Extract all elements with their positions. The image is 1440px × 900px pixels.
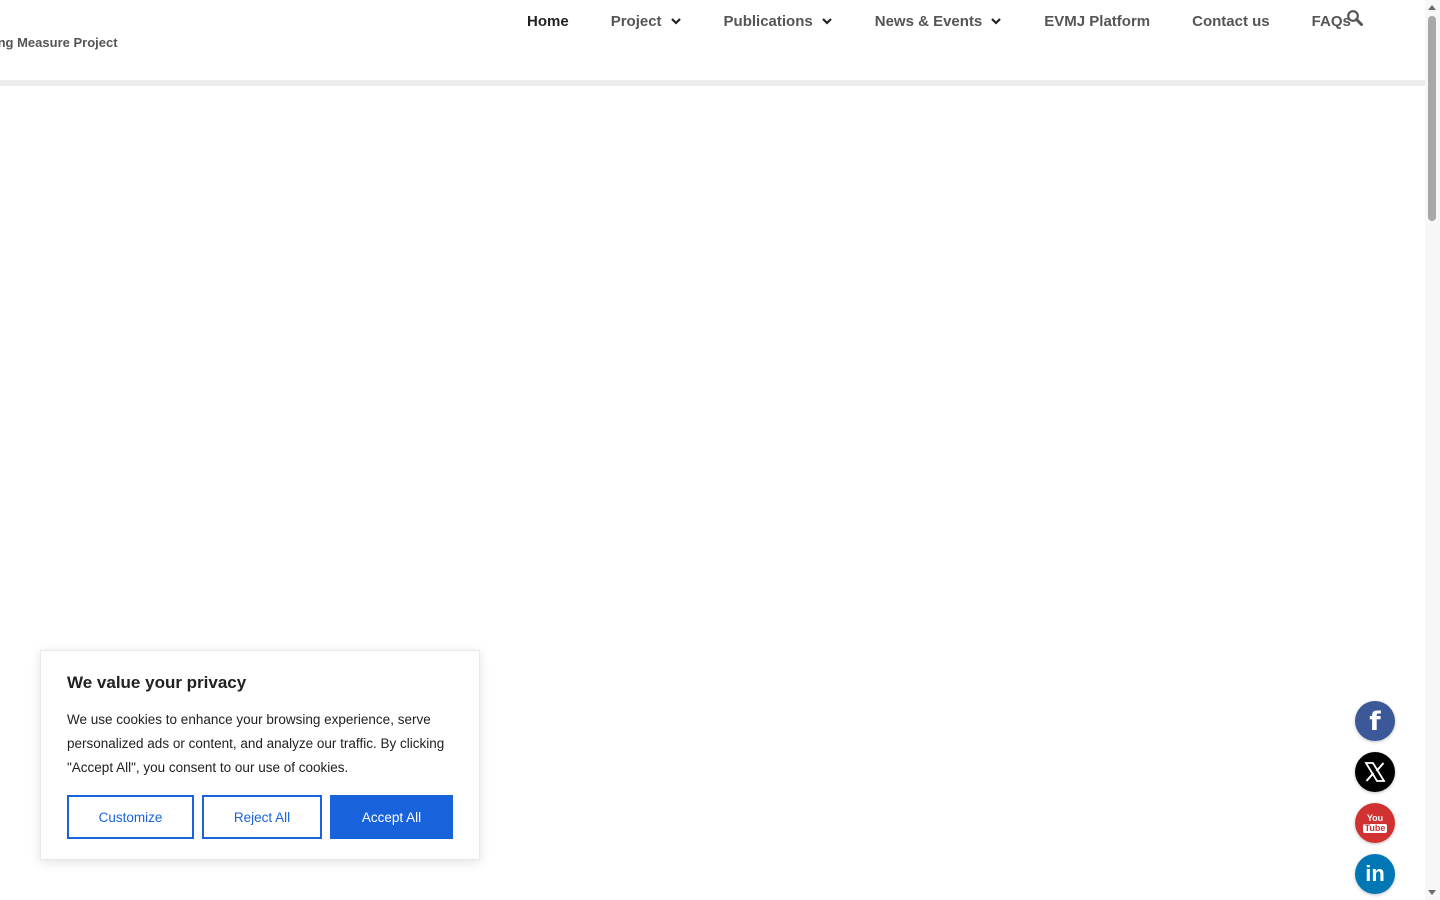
youtube-logo: You Tube bbox=[1362, 812, 1388, 833]
nav-item-label: Project bbox=[610, 12, 662, 30]
nav-item-evmj-platform[interactable]: EVMJ Platform bbox=[1023, 0, 1171, 42]
nav-item-label: Publications bbox=[723, 12, 813, 30]
nav-item-label: Contact us bbox=[1192, 12, 1270, 30]
chevron-down-icon bbox=[990, 15, 1002, 27]
chevron-down-icon bbox=[821, 15, 833, 27]
scrollbar-thumb[interactable] bbox=[1428, 16, 1436, 221]
chevron-down-icon bbox=[670, 15, 682, 27]
header-divider bbox=[0, 80, 1425, 86]
nav-item-contact-us[interactable]: Contact us bbox=[1171, 0, 1291, 42]
site-tagline: ing Measure Project bbox=[0, 35, 118, 50]
page: ing Measure Project Home Project Publica… bbox=[0, 0, 1440, 900]
nav-item-news-events[interactable]: News & Events bbox=[854, 0, 1024, 42]
nav-item-label: News & Events bbox=[874, 12, 983, 30]
reject-all-button[interactable]: Reject All bbox=[202, 795, 322, 839]
scroll-up-arrow-icon[interactable] bbox=[1428, 5, 1436, 10]
facebook-letter: f bbox=[1369, 707, 1381, 737]
x-icon[interactable] bbox=[1355, 752, 1395, 792]
facebook-icon[interactable]: f bbox=[1355, 701, 1395, 741]
main-nav: Home Project Publications News & Events bbox=[506, 0, 1372, 42]
nav-item-project[interactable]: Project bbox=[590, 0, 703, 42]
youtube-text-bottom: Tube bbox=[1362, 822, 1388, 833]
scroll-down-arrow-icon[interactable] bbox=[1428, 890, 1436, 895]
nav-item-label: EVMJ Platform bbox=[1044, 12, 1151, 30]
nav-item-label: FAQs bbox=[1311, 12, 1351, 30]
nav-item-publications[interactable]: Publications bbox=[703, 0, 854, 42]
nav-item-label: Home bbox=[527, 12, 569, 30]
site-header: ing Measure Project Home Project Publica… bbox=[0, 0, 1425, 80]
search-icon[interactable] bbox=[1346, 9, 1364, 27]
customize-button[interactable]: Customize bbox=[67, 795, 194, 839]
page-scrollbar[interactable] bbox=[1425, 0, 1440, 900]
youtube-icon[interactable]: You Tube bbox=[1355, 803, 1395, 843]
youtube-text-top: You bbox=[1366, 812, 1384, 823]
linkedin-icon[interactable]: in bbox=[1355, 854, 1395, 894]
accept-all-button[interactable]: Accept All bbox=[330, 795, 453, 839]
cookie-consent-banner: We value your privacy We use cookies to … bbox=[40, 650, 480, 860]
cookie-banner-text: We use cookies to enhance your browsing … bbox=[67, 712, 445, 775]
nav-item-home[interactable]: Home bbox=[506, 0, 590, 42]
linkedin-text: in bbox=[1365, 861, 1385, 886]
cookie-banner-title: We value your privacy bbox=[67, 673, 247, 692]
